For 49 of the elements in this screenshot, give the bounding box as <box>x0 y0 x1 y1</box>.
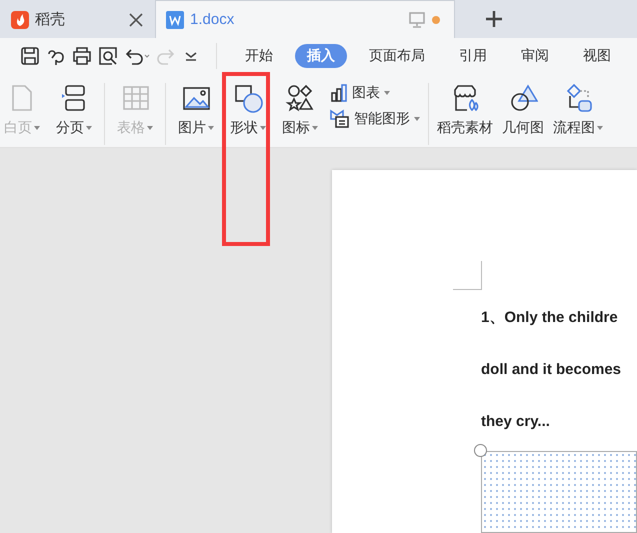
magnifier-page-icon <box>98 46 118 66</box>
bar-chart-icon <box>330 83 348 104</box>
writer-doc-icon <box>166 10 184 29</box>
save-icon <box>20 46 40 66</box>
ribbon-tab[interactable]: 页面布局 <box>357 44 437 68</box>
caret-icon <box>312 126 318 130</box>
print-button[interactable] <box>72 46 92 66</box>
ribbon-button[interactable]: 分页 <box>52 83 96 146</box>
printer-icon <box>72 46 92 66</box>
caret-icon <box>147 126 153 130</box>
ribbon-button[interactable]: 图表 <box>330 83 420 104</box>
icon-library-icon <box>285 83 315 114</box>
geometry-icon <box>508 83 538 114</box>
ribbon-button[interactable]: 图片 <box>174 83 218 146</box>
tab-title: 1.docx <box>190 11 236 28</box>
caret-icon <box>597 126 603 130</box>
caret-icon <box>384 91 390 96</box>
shapes-icon <box>233 83 263 114</box>
document-tab[interactable]: 稻壳 <box>0 0 155 38</box>
preview-button[interactable] <box>98 46 118 66</box>
ribbon-tab[interactable]: 视图 <box>571 44 623 68</box>
ribbon-button[interactable]: 智能图形 <box>330 109 420 130</box>
ribbon-button[interactable]: 稻壳素材 <box>437 83 493 146</box>
save-button[interactable] <box>20 46 40 66</box>
ribbon-button[interactable]: 形状 <box>226 83 270 146</box>
close-button[interactable] <box>128 12 144 28</box>
caret-icon <box>86 126 92 130</box>
document-tab[interactable]: 1.docx <box>155 0 455 38</box>
paragraph-line: 1、Only the childre <box>481 308 619 327</box>
ribbon-tab[interactable]: 审阅 <box>509 44 561 68</box>
ribbon-button[interactable]: 图标 <box>278 83 322 146</box>
ribbon-tab[interactable]: 引用 <box>447 44 499 68</box>
close-icon <box>128 12 144 28</box>
paragraph-line: they cry... <box>481 412 551 431</box>
ribbon-button[interactable]: 几何图 <box>501 83 545 146</box>
paragraph-line: doll and it becomes <box>481 360 622 379</box>
unsaved-dot <box>432 16 440 24</box>
caret-icon <box>34 126 40 130</box>
monitor-icon <box>408 10 426 29</box>
tab-title: 稻壳 <box>35 10 66 30</box>
ribbon-button[interactable]: 流程图 <box>553 83 603 146</box>
ribbon-tab[interactable]: 开始 <box>233 44 285 68</box>
caret-icon <box>208 126 214 130</box>
caret-icon <box>260 126 266 130</box>
smart-graphic-icon <box>330 109 350 130</box>
caret-icon <box>414 117 420 122</box>
flame-logo-icon <box>11 10 29 29</box>
margin-corner-mark <box>453 261 482 290</box>
resize-handle[interactable] <box>474 444 487 457</box>
